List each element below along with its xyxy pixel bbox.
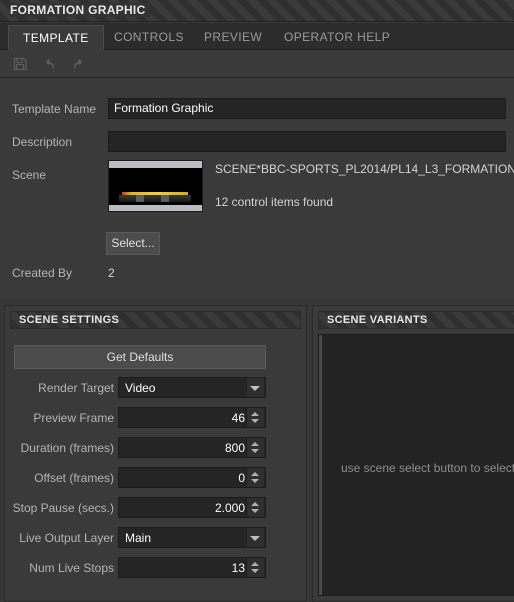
scene-thumbnail-deck	[119, 195, 191, 202]
editor-toolbar	[0, 50, 514, 78]
scene-path: SCENE*BBC-SPORTS_PL2014/PL14_L3_FORMATIO…	[215, 162, 514, 176]
live-output-layer-label: Live Output Layer	[19, 531, 114, 545]
tab-operator-help[interactable]: OPERATOR HELP	[270, 25, 404, 50]
tab-strip: TEMPLATE CONTROLS PREVIEW OPERATOR HELP	[0, 23, 514, 50]
tab-preview[interactable]: PREVIEW	[190, 25, 276, 50]
render-target-label: Render Target	[38, 381, 114, 395]
window-title-bar: FORMATION GRAPHIC	[0, 0, 514, 22]
num-live-stops-stepper[interactable]: 13	[118, 557, 266, 578]
scene-variants-empty-hint: use scene select button to select va	[341, 461, 514, 475]
stop-pause-label: Stop Pause (secs.)	[12, 501, 114, 515]
description-input[interactable]	[108, 131, 506, 152]
live-output-layer-value: Main	[125, 531, 152, 545]
scene-label: Scene	[12, 168, 47, 182]
template-name-input[interactable]: Formation Graphic	[108, 98, 506, 119]
scene-control-items-count: 12 control items found	[215, 195, 334, 209]
num-live-stops-spin-arrows[interactable]	[246, 558, 264, 577]
created-by-value: 2	[108, 266, 115, 280]
scene-thumbnail-banner	[122, 192, 188, 195]
scene-variants-title: SCENE VARIANTS	[327, 314, 428, 326]
undo-icon[interactable]	[41, 55, 59, 73]
render-target-value: Video	[125, 381, 156, 395]
scene-variants-header: SCENE VARIANTS	[318, 311, 514, 329]
scene-thumbnail[interactable]	[108, 160, 203, 212]
window-title: FORMATION GRAPHIC	[10, 3, 150, 17]
render-target-select[interactable]: Video	[118, 377, 266, 398]
scene-settings-header: SCENE SETTINGS	[10, 311, 301, 329]
stop-pause-spin-arrows[interactable]	[246, 498, 264, 517]
tab-controls[interactable]: CONTROLS	[100, 25, 198, 50]
save-icon[interactable]	[11, 55, 29, 73]
offset-label: Offset (frames)	[34, 471, 114, 485]
preview-frame-spin-arrows[interactable]	[246, 408, 264, 427]
chevron-down-icon[interactable]	[247, 378, 264, 397]
redo-icon[interactable]	[69, 55, 87, 73]
scene-settings-title: SCENE SETTINGS	[19, 314, 120, 326]
stop-pause-stepper[interactable]: 2.000	[118, 497, 266, 518]
stop-pause-value: 2.000	[214, 501, 245, 515]
duration-value: 800	[224, 441, 245, 455]
get-defaults-button[interactable]: Get Defaults	[14, 345, 266, 369]
scene-variants-panel: SCENE VARIANTS use scene select button t…	[312, 305, 514, 602]
template-name-label: Template Name	[12, 102, 97, 116]
scene-thumbnail-player-right	[161, 194, 169, 202]
created-by-label: Created By	[12, 266, 73, 280]
description-label: Description	[12, 135, 73, 149]
offset-spin-arrows[interactable]	[246, 468, 264, 487]
scene-thumbnail-player-left	[136, 194, 144, 202]
scene-variants-list[interactable]: use scene select button to select va	[318, 334, 514, 596]
formation-graphic-window: FORMATION GRAPHIC TEMPLATE CONTROLS PREV…	[0, 0, 514, 602]
scene-thumbnail-image	[109, 168, 202, 205]
duration-stepper[interactable]: 800	[118, 437, 266, 458]
preview-frame-label: Preview Frame	[33, 411, 114, 425]
template-form: Template Name Formation Graphic Descript…	[0, 79, 514, 297]
num-live-stops-value: 13	[231, 561, 245, 575]
chevron-down-icon[interactable]	[247, 528, 264, 547]
duration-spin-arrows[interactable]	[246, 438, 264, 457]
live-output-layer-select[interactable]: Main	[118, 527, 266, 548]
duration-label: Duration (frames)	[20, 441, 114, 455]
offset-value: 0	[238, 471, 245, 485]
scene-select-button[interactable]: Select...	[106, 232, 160, 255]
offset-stepper[interactable]: 0	[118, 467, 266, 488]
scene-variants-scrollbar[interactable]	[319, 335, 322, 595]
num-live-stops-label: Num Live Stops	[29, 561, 114, 575]
preview-frame-stepper[interactable]: 46	[118, 407, 266, 428]
tab-template[interactable]: TEMPLATE	[8, 25, 104, 50]
preview-frame-value: 46	[231, 411, 245, 425]
